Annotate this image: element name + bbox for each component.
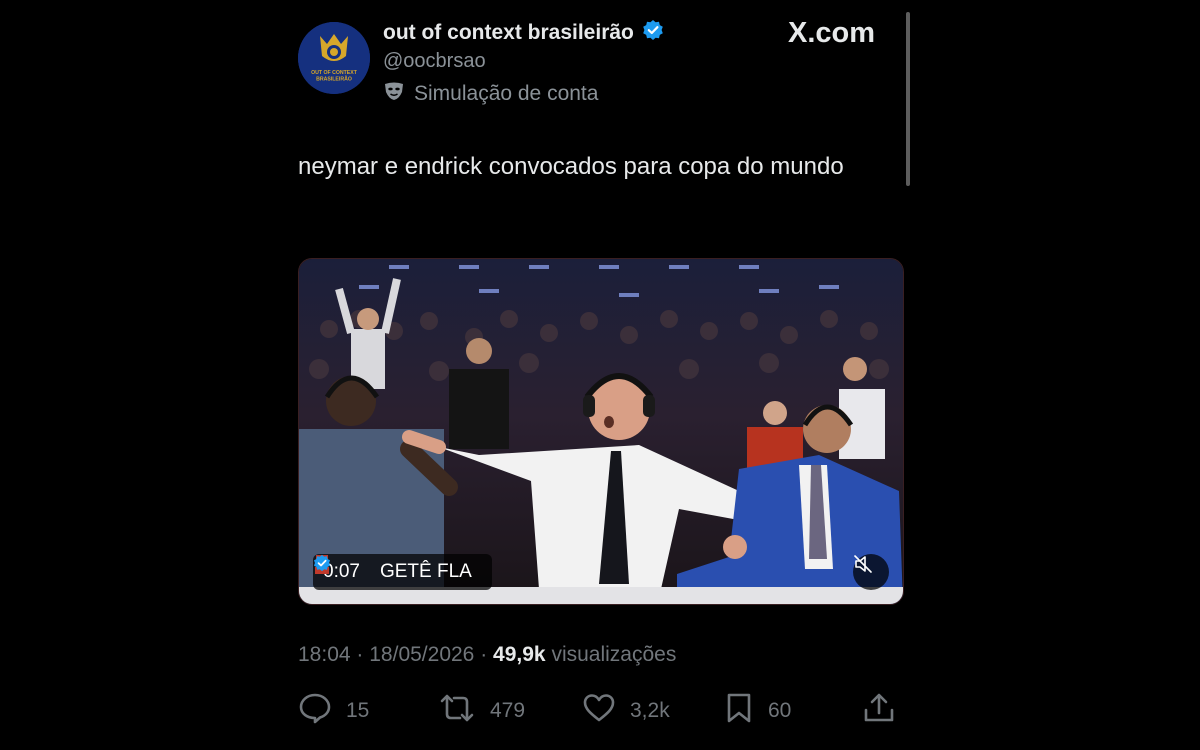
tweet-time[interactable]: 18:04: [298, 643, 351, 666]
simulation-label: Simulação de conta: [414, 82, 599, 105]
video-info-overlay: 0:07 GETÊ FLA: [313, 554, 492, 590]
reply-count: 15: [346, 699, 370, 722]
views-label: visualizações: [551, 643, 677, 666]
video-player[interactable]: 0:07 GETÊ FLA: [298, 258, 904, 605]
repost-icon: [438, 692, 476, 730]
views-count: 49,9k: [493, 643, 546, 666]
tweet-page: OUT OF CONTEXT BRASILEIRÃO out of contex…: [0, 0, 1200, 750]
avatar-text-2: BRASILEIRÃO: [316, 76, 352, 83]
bookmark-count: 60: [768, 699, 792, 722]
share-icon: [862, 692, 896, 730]
like-button[interactable]: 3,2k: [582, 693, 670, 729]
tweet-meta: 18:04 · 18/05/2026 · 49,9k visualizações: [298, 643, 676, 667]
tweet-date[interactable]: 18/05/2026: [369, 643, 474, 666]
video-source-name[interactable]: GETÊ FLA: [380, 561, 472, 583]
display-name-row[interactable]: out of context brasileirão: [383, 19, 664, 47]
action-bar: 15 479 3,2k 60: [298, 693, 898, 729]
meta-separator-1: ·: [356, 643, 364, 666]
x-logo: X.com: [788, 17, 876, 49]
meta-separator-2: ·: [480, 643, 488, 666]
repost-count: 479: [490, 699, 526, 722]
scrollbar[interactable]: [906, 12, 910, 186]
bookmark-button[interactable]: 60: [724, 693, 791, 729]
avatar-text-1: OUT OF CONTEXT: [311, 70, 358, 76]
mute-button[interactable]: [853, 554, 889, 590]
mask-icon: [383, 81, 405, 107]
like-count: 3,2k: [630, 699, 670, 722]
reply-button[interactable]: 15: [298, 693, 369, 729]
avatar[interactable]: OUT OF CONTEXT BRASILEIRÃO: [298, 22, 370, 94]
like-icon: [582, 692, 616, 730]
verified-badge-icon: [642, 19, 664, 47]
tweet-text: neymar e endrick convocados para copa do…: [298, 153, 844, 180]
video-frame: [299, 259, 903, 604]
share-button[interactable]: [862, 693, 896, 729]
repost-button[interactable]: 479: [438, 693, 525, 729]
bookmark-icon: [724, 692, 754, 730]
reply-icon: [298, 692, 332, 730]
handle[interactable]: @oocbrsao: [383, 50, 486, 73]
display-name[interactable]: out of context brasileirão: [383, 21, 634, 45]
simulation-row: Simulação de conta: [383, 81, 598, 107]
league-logo: OUT OF CONTEXT BRASILEIRÃO: [298, 22, 370, 94]
